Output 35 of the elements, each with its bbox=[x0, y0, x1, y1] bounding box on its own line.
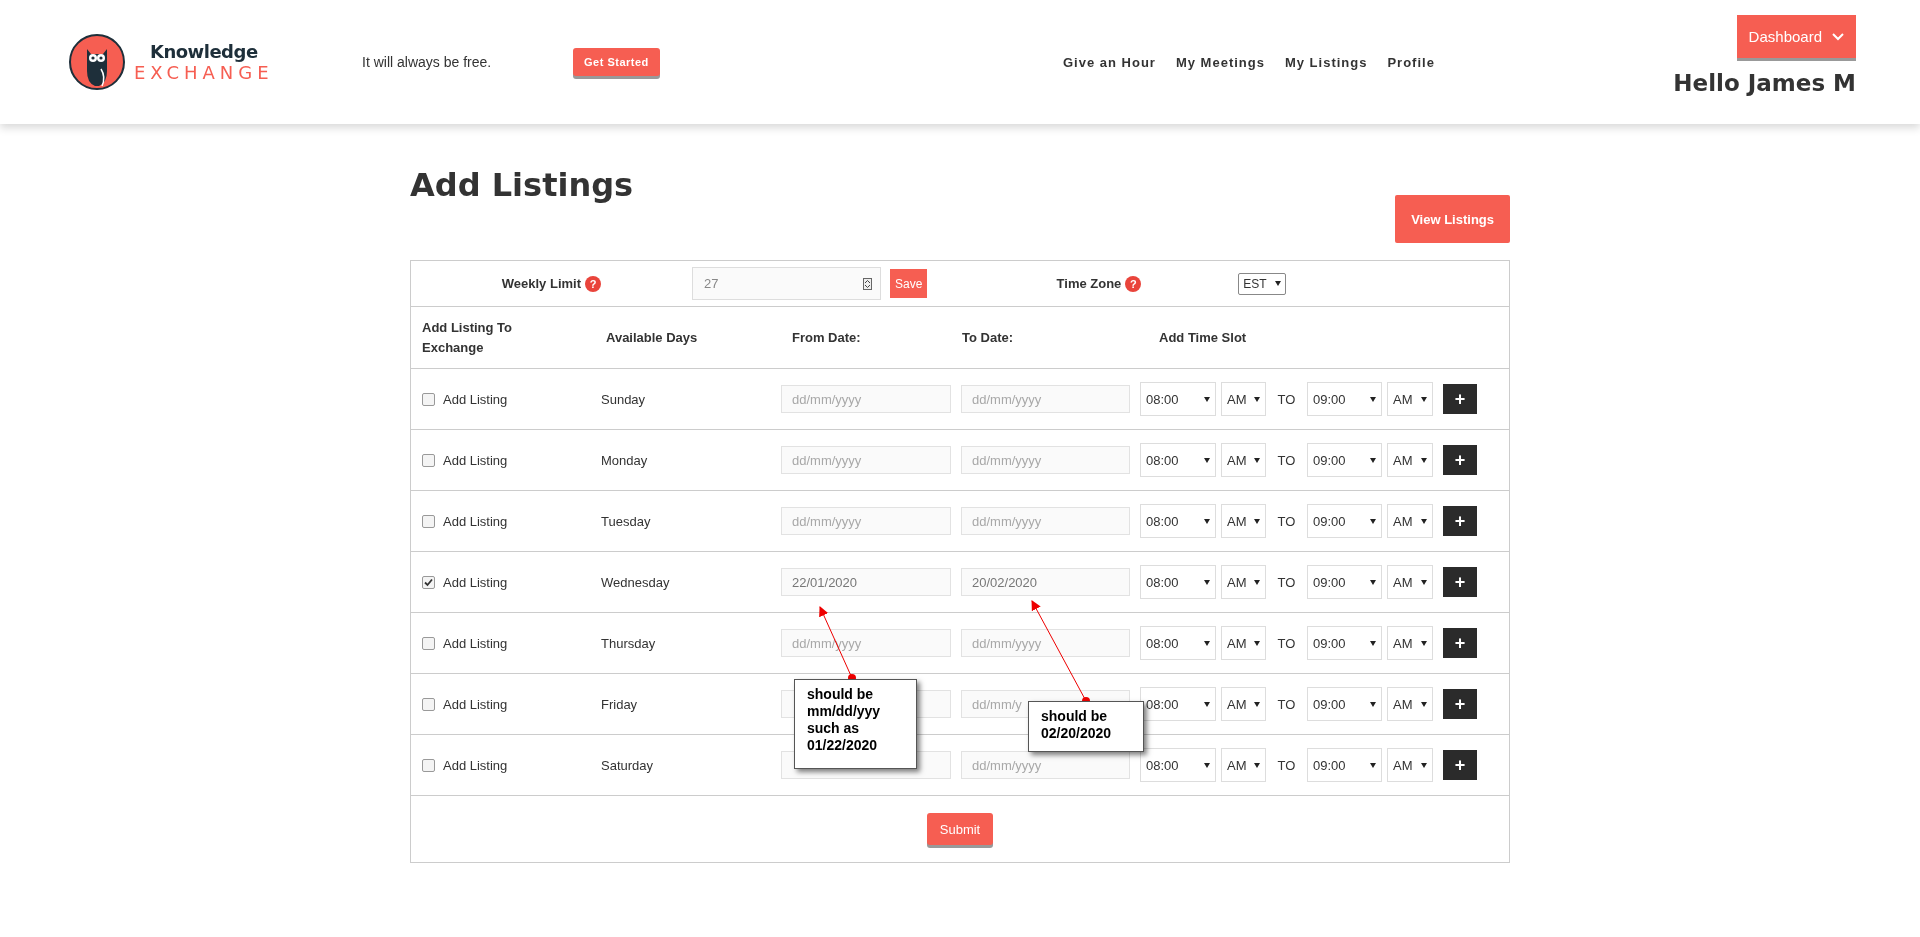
field-label: Time Zone bbox=[1056, 276, 1122, 291]
page-title: Add Listings bbox=[410, 165, 634, 206]
day-name: Saturday bbox=[601, 757, 654, 773]
to-label: TO bbox=[1276, 452, 1297, 468]
tagline: It will always be free. bbox=[362, 54, 492, 70]
day-name: Monday bbox=[601, 452, 648, 468]
logo-text: EXCHANGE bbox=[134, 62, 274, 83]
day-name: Wednesday bbox=[601, 574, 670, 590]
field-label: Weekly Limit bbox=[501, 276, 581, 291]
to-label: TO bbox=[1276, 391, 1297, 407]
day-name: Tuesday bbox=[601, 513, 651, 529]
column-header: Available Days bbox=[606, 328, 698, 347]
column-header: From Date: bbox=[792, 328, 861, 347]
annotation-tooltip: should be mm/dd/yyy such as 01/22/2020 bbox=[794, 679, 917, 769]
column-header: To Date: bbox=[962, 328, 1014, 347]
checkbox-label: Add Listing bbox=[443, 635, 508, 651]
checkbox-label: Add Listing bbox=[443, 513, 508, 529]
column-header: Add Time Slot bbox=[1159, 328, 1247, 347]
checkbox-label: Add Listing bbox=[443, 452, 508, 468]
day-name: Sunday bbox=[601, 391, 646, 407]
to-label: TO bbox=[1276, 696, 1297, 712]
checkbox-label: Add Listing bbox=[443, 391, 508, 407]
to-label: TO bbox=[1276, 635, 1297, 651]
to-label: TO bbox=[1276, 574, 1297, 590]
greeting: Hello James M bbox=[1673, 70, 1856, 96]
day-name: Thursday bbox=[601, 635, 656, 651]
checkbox-label: Add Listing bbox=[443, 757, 508, 773]
to-label: TO bbox=[1276, 757, 1297, 773]
to-label: TO bbox=[1276, 513, 1297, 529]
day-name: Friday bbox=[601, 696, 638, 712]
column-header: Add Listing To Exchange bbox=[422, 318, 514, 357]
checkbox-label: Add Listing bbox=[443, 696, 508, 712]
checkbox-label: Add Listing bbox=[443, 574, 508, 590]
annotation-tooltip: should be 02/20/2020 bbox=[1028, 701, 1144, 752]
logo-text: Knowledge bbox=[150, 41, 258, 62]
